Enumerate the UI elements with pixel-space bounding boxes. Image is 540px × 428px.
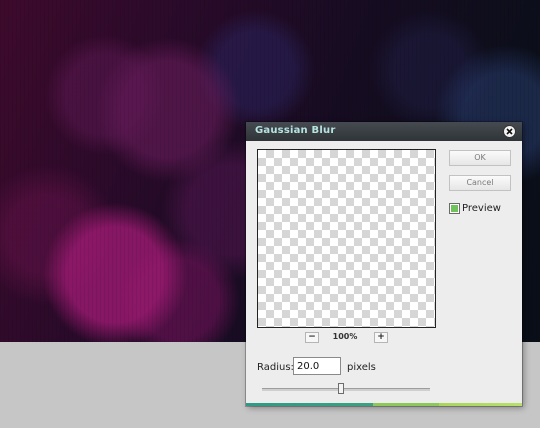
zoom-level: 100% — [332, 332, 358, 341]
radius-label: Radius: — [257, 362, 294, 373]
close-icon — [506, 128, 513, 135]
cancel-button[interactable]: Cancel — [449, 175, 511, 191]
blur-preview-pane[interactable] — [257, 149, 436, 328]
preview-checkbox-mark — [451, 205, 458, 212]
radius-slider-track[interactable] — [262, 388, 430, 391]
radius-input[interactable] — [293, 357, 341, 375]
radius-units-label: pixels — [347, 362, 376, 373]
preview-label: Preview — [462, 203, 501, 214]
gaussian-blur-dialog: Gaussian Blur − 100% + OK Cancel Preview… — [246, 122, 522, 406]
preview-checkbox[interactable] — [449, 203, 460, 214]
dialog-titlebar[interactable]: Gaussian Blur — [246, 122, 522, 141]
radius-slider-thumb[interactable] — [337, 383, 344, 394]
zoom-out-button[interactable]: − — [305, 332, 319, 343]
dialog-title: Gaussian Blur — [255, 125, 336, 136]
ok-button[interactable]: OK — [449, 150, 511, 166]
dialog-accent-bar — [246, 403, 522, 406]
zoom-in-button[interactable]: + — [374, 332, 388, 343]
photoshop-workspace: Gaussian Blur − 100% + OK Cancel Preview… — [0, 0, 540, 428]
close-button[interactable] — [503, 125, 516, 138]
